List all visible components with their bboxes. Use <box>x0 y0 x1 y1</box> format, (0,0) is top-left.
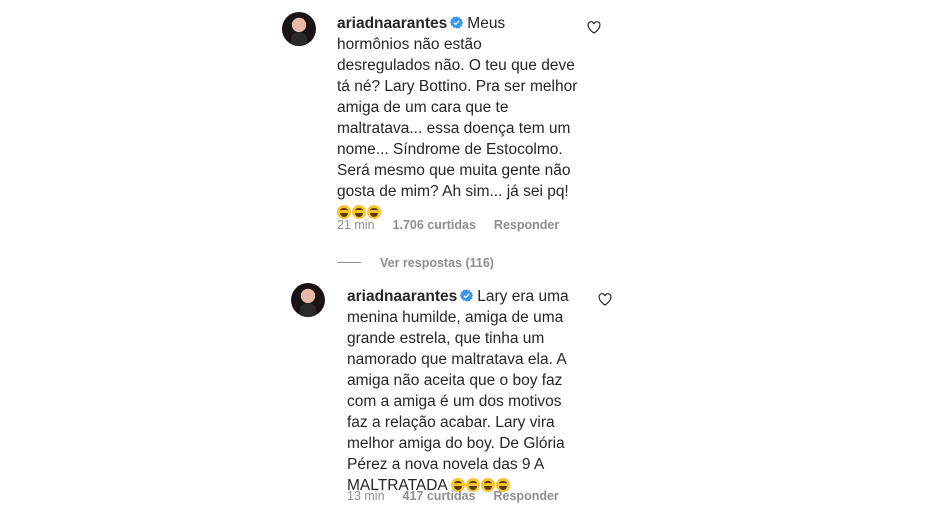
reply-button[interactable]: Responder <box>494 218 559 232</box>
view-replies-button[interactable]: Ver respostas (116) <box>380 256 494 270</box>
replies-divider <box>337 262 361 263</box>
comment-username[interactable]: ariadnaarantes <box>337 15 447 32</box>
laughing-emoji-icon <box>367 205 381 219</box>
comment-text: ariadnaarantes Meus hormônios não estão d… <box>337 13 587 223</box>
likes-count[interactable]: 1.706 curtidas <box>393 218 476 232</box>
comment-meta: 13 min 417 curtidas Responder <box>347 489 577 503</box>
heart-outline-icon[interactable] <box>598 293 612 306</box>
comment-time[interactable]: 13 min <box>347 489 385 503</box>
heart-outline-icon[interactable] <box>587 21 601 34</box>
verified-badge-icon <box>460 289 474 302</box>
comment-meta: 21 min 1.706 curtidas Responder <box>337 218 577 232</box>
avatar[interactable] <box>282 12 316 46</box>
likes-count[interactable]: 417 curtidas <box>403 489 476 503</box>
comment-body: Lary era uma menina humilde, amiga de um… <box>347 288 569 494</box>
comment-body: Meus hormônios não estão desregulados nã… <box>337 15 578 200</box>
reply-button[interactable]: Responder <box>494 489 559 503</box>
laughing-emoji-icon <box>352 205 366 219</box>
comment-text: ariadnaarantes Lary era uma menina humild… <box>347 286 597 496</box>
comment-time[interactable]: 21 min <box>337 218 375 232</box>
verified-badge-icon <box>450 16 464 29</box>
comment-username[interactable]: ariadnaarantes <box>347 288 457 305</box>
laughing-emoji-icon <box>337 205 351 219</box>
avatar[interactable] <box>291 283 325 317</box>
